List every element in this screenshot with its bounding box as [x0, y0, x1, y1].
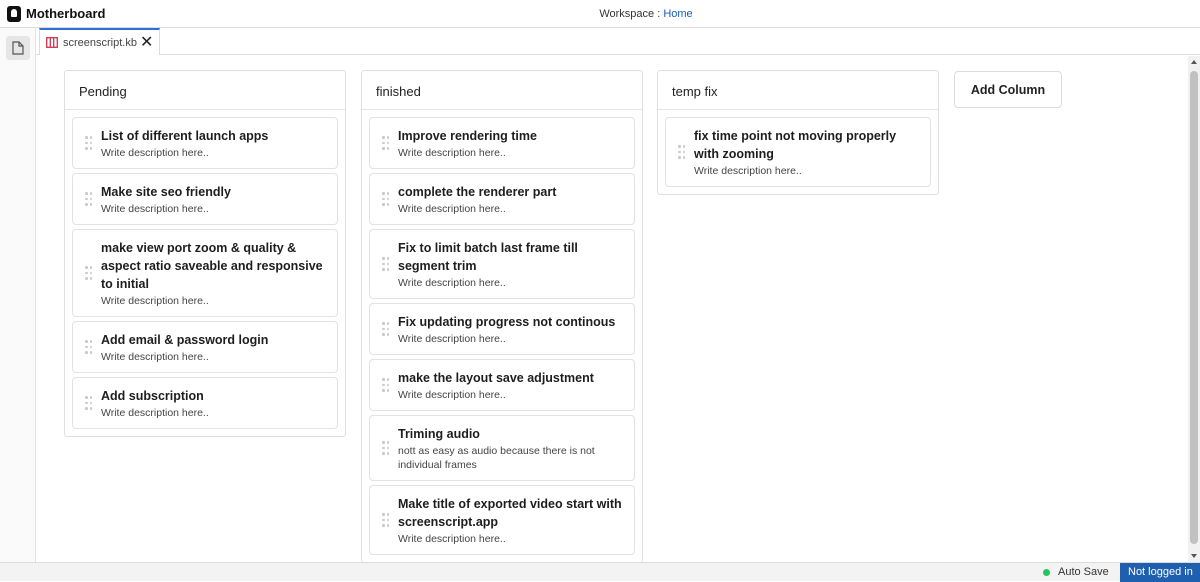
drag-handle-icon[interactable] — [382, 192, 390, 206]
autosave-label: Auto Save — [1058, 566, 1109, 578]
workspace-label: Workspace : — [599, 8, 664, 20]
kanban-board: Pending List of different launch apps Writ… — [36, 56, 1188, 562]
title-bar: Motherboard Workspace : Home — [0, 0, 1200, 28]
drag-handle-icon[interactable] — [85, 266, 93, 280]
kanban-card[interactable]: Add subscription Write description here.. — [72, 377, 338, 429]
drag-handle-icon[interactable] — [678, 145, 686, 159]
drag-handle-icon[interactable] — [382, 136, 390, 150]
column-title[interactable]: temp fix — [658, 71, 938, 110]
drag-handle-icon[interactable] — [85, 340, 93, 354]
scroll-up-icon[interactable] — [1191, 60, 1197, 64]
drag-handle-icon[interactable] — [85, 396, 93, 410]
card-description: Write description here.. — [101, 295, 209, 307]
card-title: make view port zoom & quality & aspect r… — [101, 241, 323, 291]
tab-label: screenscript.kb — [63, 37, 137, 49]
kanban-card[interactable]: Fix to limit batch last frame till segme… — [369, 229, 635, 299]
card-description: Write description here.. — [398, 277, 506, 289]
card-title: Triming audio — [398, 427, 480, 441]
column-finished: finished Improve rendering time Write desc… — [361, 70, 643, 562]
card-title: Make site seo friendly — [101, 185, 231, 199]
card-description: Write description here.. — [398, 147, 506, 159]
autosave-indicator[interactable]: Auto Save — [1034, 563, 1120, 582]
workspace-home-link[interactable]: Home — [663, 8, 692, 20]
card-title: make the layout save adjustment — [398, 371, 594, 385]
add-column-button[interactable]: Add Column — [954, 71, 1062, 108]
kanban-card[interactable]: Make site seo friendly Write description … — [72, 173, 338, 225]
kanban-card[interactable]: Add email & password login Write descript… — [72, 321, 338, 373]
kanban-card[interactable]: Triming audio nott as easy as audio becau… — [369, 415, 635, 481]
card-title: fix time point not moving properly with … — [694, 129, 897, 161]
card-title: Fix to limit batch last frame till segme… — [398, 241, 578, 273]
card-title: Add email & password login — [101, 333, 269, 347]
scroll-down-icon[interactable] — [1191, 554, 1197, 558]
tab-screenscript-kb[interactable]: screenscript.kb ✕ — [39, 28, 160, 55]
explorer-button[interactable] — [6, 36, 30, 60]
card-list: Improve rendering time Write description … — [362, 110, 642, 562]
card-description: Write description here.. — [101, 203, 209, 215]
tab-bar: screenscript.kb ✕ — [36, 28, 1200, 55]
drag-handle-icon[interactable] — [382, 441, 390, 455]
card-title: Fix updating progress not continous — [398, 315, 616, 329]
column-title[interactable]: Pending — [65, 71, 345, 110]
card-title: Make title of exported video start with … — [398, 497, 622, 529]
column-pending: Pending List of different launch apps Writ… — [64, 70, 346, 437]
card-description: nott as easy as audio because there is n… — [398, 445, 595, 471]
kanban-card[interactable]: complete the renderer part Write descript… — [369, 173, 635, 225]
kanban-card[interactable]: Make title of exported video start with … — [369, 485, 635, 555]
card-description: Write description here.. — [694, 165, 802, 177]
workspace-breadcrumb: Workspace : Home — [0, 8, 1200, 20]
kanban-card[interactable]: Improve rendering time Write description … — [369, 117, 635, 169]
left-rail — [0, 28, 36, 562]
card-description: Write description here.. — [398, 533, 506, 545]
login-status-button[interactable]: Not logged in — [1120, 563, 1200, 582]
column-temp-fix: temp fix fix time point not moving proper… — [657, 70, 939, 195]
card-description: Write description here.. — [101, 147, 209, 159]
card-title: Add subscription — [101, 389, 204, 403]
drag-handle-icon[interactable] — [85, 192, 93, 206]
card-description: Write description here.. — [101, 407, 209, 419]
card-description: Write description here.. — [101, 351, 209, 363]
card-description: Write description here.. — [398, 333, 506, 345]
drag-handle-icon[interactable] — [85, 136, 93, 150]
card-description: Write description here.. — [398, 203, 506, 215]
kanban-board-icon — [46, 37, 58, 48]
scroll-thumb[interactable] — [1190, 71, 1198, 544]
drag-handle-icon[interactable] — [382, 513, 390, 527]
column-title[interactable]: finished — [362, 71, 642, 110]
kanban-card[interactable]: make the layout save adjustment Write des… — [369, 359, 635, 411]
file-icon — [12, 41, 24, 55]
card-title: Improve rendering time — [398, 129, 537, 143]
drag-handle-icon[interactable] — [382, 378, 390, 392]
kanban-card[interactable]: Fix updating progress not continous Write… — [369, 303, 635, 355]
card-title: List of different launch apps — [101, 129, 269, 143]
vertical-scrollbar[interactable] — [1188, 56, 1200, 562]
card-list: List of different launch apps Write descr… — [65, 110, 345, 436]
card-list: fix time point not moving properly with … — [658, 110, 938, 194]
drag-handle-icon[interactable] — [382, 322, 390, 336]
kanban-card[interactable]: fix time point not moving properly with … — [665, 117, 931, 187]
autosave-status-dot-icon — [1043, 569, 1050, 576]
drag-handle-icon[interactable] — [382, 257, 390, 271]
kanban-card[interactable]: make view port zoom & quality & aspect r… — [72, 229, 338, 317]
status-bar: Auto Save Not logged in — [0, 562, 1200, 582]
card-title: complete the renderer part — [398, 185, 557, 199]
close-icon[interactable]: ✕ — [140, 32, 153, 52]
card-description: Write description here.. — [398, 389, 506, 401]
kanban-card[interactable]: List of different launch apps Write descr… — [72, 117, 338, 169]
